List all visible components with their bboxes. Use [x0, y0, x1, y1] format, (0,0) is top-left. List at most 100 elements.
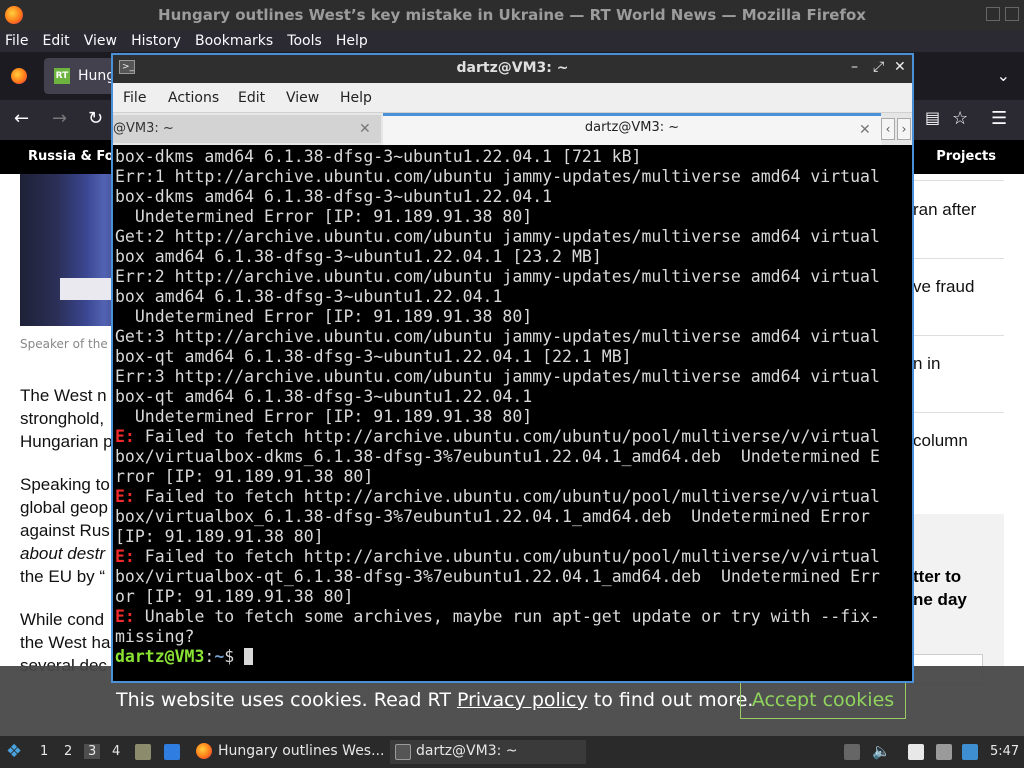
article-text-line: the EU by “ — [20, 567, 106, 586]
article-text-line: against Rus — [20, 521, 110, 540]
terminal-line: [IP: 91.189.91.38 80] — [115, 527, 910, 547]
sidebar-divider — [913, 258, 1004, 259]
file-manager-icon[interactable] — [135, 744, 151, 760]
terminal-prompt-line: dartz@VM3:~$ — [115, 647, 910, 667]
bookmark-star-icon[interactable]: ☆ — [952, 108, 968, 129]
minimize-icon[interactable] — [986, 7, 1000, 21]
terminal-line-text: Failed to fetch http://archive.ubuntu.co… — [134, 547, 880, 566]
workspace-4[interactable]: 4 — [112, 744, 120, 759]
terminal-line-text: Failed to fetch http://archive.ubuntu.co… — [134, 487, 880, 506]
taskbar-task-label: Hungary outlines Wes... — [218, 743, 385, 759]
volume-icon[interactable]: 🔈 — [872, 742, 891, 760]
workspace-2[interactable]: 2 — [64, 744, 72, 759]
prompt-separator: : — [204, 647, 215, 666]
maximize-icon[interactable] — [1005, 7, 1019, 21]
close-icon[interactable]: ✕ — [894, 59, 906, 75]
prompt-user: dartz@VM3 — [115, 647, 205, 666]
menu-view[interactable]: View — [79, 30, 121, 49]
firefox-window-title: Hungary outlines West’s key mistake in U… — [158, 6, 866, 24]
menu-help[interactable]: Help — [331, 30, 372, 49]
show-desktop-icon[interactable] — [164, 744, 180, 760]
terminal-line: box/virtualbox_6.1.38-dfsg-3%7eubuntu1.2… — [115, 507, 910, 527]
error-prefix: E: — [115, 487, 135, 506]
terminal-tabbar: @VM3: ~ ✕ dartz@VM3: ~ ✕ ‹ › — [113, 113, 912, 145]
terminal-tab[interactable]: @VM3: ~ ✕ — [113, 115, 381, 143]
terminal-menu-actions[interactable]: Actions — [168, 90, 219, 106]
start-menu-icon[interactable]: ❖ — [6, 741, 22, 762]
sidebar-headline[interactable]: ran after — [913, 200, 976, 220]
taskbar-task-firefox[interactable]: Hungary outlines Wes... — [192, 740, 388, 764]
notification-icon[interactable] — [962, 744, 978, 760]
sidebar-headline[interactable]: n in — [913, 354, 940, 374]
terminal-window[interactable]: >_ dartz@VM3: ~ – ⤢ ✕ File Actions Edit … — [111, 53, 914, 683]
terminal-tab-active[interactable]: dartz@VM3: ~ ✕ — [383, 113, 881, 145]
firefox-icon — [196, 743, 212, 759]
taskbar-task-terminal[interactable]: dartz@VM3: ~ — [390, 740, 586, 764]
terminal-output[interactable]: box-dkms amd64 6.1.38-dfsg-3~ubuntu1.22.… — [115, 147, 910, 677]
terminal-line-text: missing? — [115, 627, 195, 646]
taskbar-task-label: dartz@VM3: ~ — [416, 743, 518, 759]
menu-tools[interactable]: Tools — [282, 30, 326, 49]
terminal-lines: box-dkms amd64 6.1.38-dfsg-3~ubuntu1.22.… — [115, 147, 910, 647]
article-text-line: about destr — [20, 544, 106, 563]
tab-scroll-right-icon[interactable]: › — [897, 118, 911, 140]
terminal-line: box-qt amd64 6.1.38-dfsg-3~ubuntu1.22.04… — [115, 387, 910, 407]
minimize-icon[interactable]: – — [851, 59, 858, 75]
article-text-line: Speaking to — [20, 475, 110, 494]
accept-cookies-button[interactable]: Accept cookies — [740, 681, 906, 719]
terminal-titlebar[interactable]: >_ dartz@VM3: ~ – ⤢ ✕ — [113, 55, 912, 83]
terminal-menu-view[interactable]: View — [286, 90, 319, 106]
terminal-line: Undetermined Error [IP: 91.189.91.38 80] — [115, 407, 910, 427]
tab-scroll-left-icon[interactable]: ‹ — [881, 118, 895, 140]
article-text-line: The West n — [20, 386, 107, 405]
terminal-line: Undetermined Error [IP: 91.189.91.38 80] — [115, 307, 910, 327]
terminal-line: box-dkms amd64 6.1.38-dfsg-3~ubuntu1.22.… — [115, 187, 910, 207]
sidebar-headline[interactable]: column — [913, 431, 968, 451]
terminal-line-text: box/virtualbox-qt_6.1.38-dfsg-3%7eubuntu… — [115, 567, 880, 586]
terminal-line: box/virtualbox-qt_6.1.38-dfsg-3%7eubuntu… — [115, 567, 910, 587]
privacy-policy-link[interactable]: Privacy policy — [457, 689, 588, 711]
terminal-line-text: box/virtualbox-dkms_6.1.38-dfsg-3%7eubun… — [115, 447, 880, 466]
chevron-down-icon[interactable]: ⌄ — [997, 66, 1010, 85]
menu-bookmarks[interactable]: Bookmarks — [190, 30, 277, 49]
terminal-line: box-qt amd64 6.1.38-dfsg-3~ubuntu1.22.04… — [115, 347, 910, 367]
back-arrow-icon[interactable]: ← — [14, 108, 29, 129]
terminal-line: Get:3 http://archive.ubuntu.com/ubuntu j… — [115, 327, 910, 347]
nav-link-projects[interactable]: Projects — [936, 149, 996, 164]
reader-view-icon[interactable]: ▤ — [925, 108, 940, 127]
terminal-menu-file[interactable]: File — [123, 90, 146, 106]
clipboard-icon[interactable] — [908, 744, 924, 760]
article-text-line: stronghold, — [20, 409, 105, 428]
terminal-icon — [395, 744, 411, 760]
workspace-3[interactable]: 3 — [84, 744, 101, 759]
menu-history[interactable]: History — [126, 30, 185, 49]
terminal-menu-edit[interactable]: Edit — [238, 90, 265, 106]
browser-tab-label: Hung — [78, 68, 116, 84]
menu-edit[interactable]: Edit — [38, 30, 74, 49]
hamburger-menu-icon[interactable]: ☰ — [991, 108, 1007, 129]
taskbar: ❖ 1 2 3 4 Hungary outlines Wes... dartz@… — [0, 736, 1024, 768]
terminal-line: or [IP: 91.189.91.38 80] — [115, 587, 910, 607]
terminal-line: rror [IP: 91.189.91.38 80] — [115, 467, 910, 487]
terminal-line-text: Get:2 http://archive.ubuntu.com/ubuntu j… — [115, 227, 880, 246]
clock[interactable]: 5:47 — [990, 744, 1019, 759]
menu-file[interactable]: File — [0, 30, 32, 49]
close-tab-icon[interactable]: ✕ — [859, 122, 871, 138]
maximize-icon[interactable]: ⤢ — [873, 59, 884, 75]
terminal-line-text: Err:3 http://archive.ubuntu.com/ubuntu j… — [115, 367, 880, 386]
promo-text: tter to — [913, 567, 962, 586]
sidebar-headline[interactable]: ve fraud — [913, 277, 974, 297]
tray-drive-icon[interactable] — [844, 744, 860, 760]
sidebar-divider — [913, 180, 1004, 181]
terminal-menu-help[interactable]: Help — [340, 90, 372, 106]
workspace-1[interactable]: 1 — [40, 744, 48, 759]
terminal-line-text: box-qt amd64 6.1.38-dfsg-3~ubuntu1.22.04… — [115, 387, 533, 406]
network-icon[interactable] — [936, 744, 952, 760]
terminal-line: box amd64 6.1.38-dfsg-3~ubuntu1.22.04.1 — [115, 287, 910, 307]
terminal-line-text: Undetermined Error [IP: 91.189.91.38 80] — [115, 207, 533, 226]
close-tab-icon[interactable]: ✕ — [359, 121, 371, 137]
reload-icon[interactable]: ↻ — [88, 108, 103, 129]
forward-arrow-icon[interactable]: → — [52, 108, 67, 129]
firefox-view-icon[interactable] — [11, 68, 27, 84]
terminal-line-text: box-dkms amd64 6.1.38-dfsg-3~ubuntu1.22.… — [115, 187, 553, 206]
